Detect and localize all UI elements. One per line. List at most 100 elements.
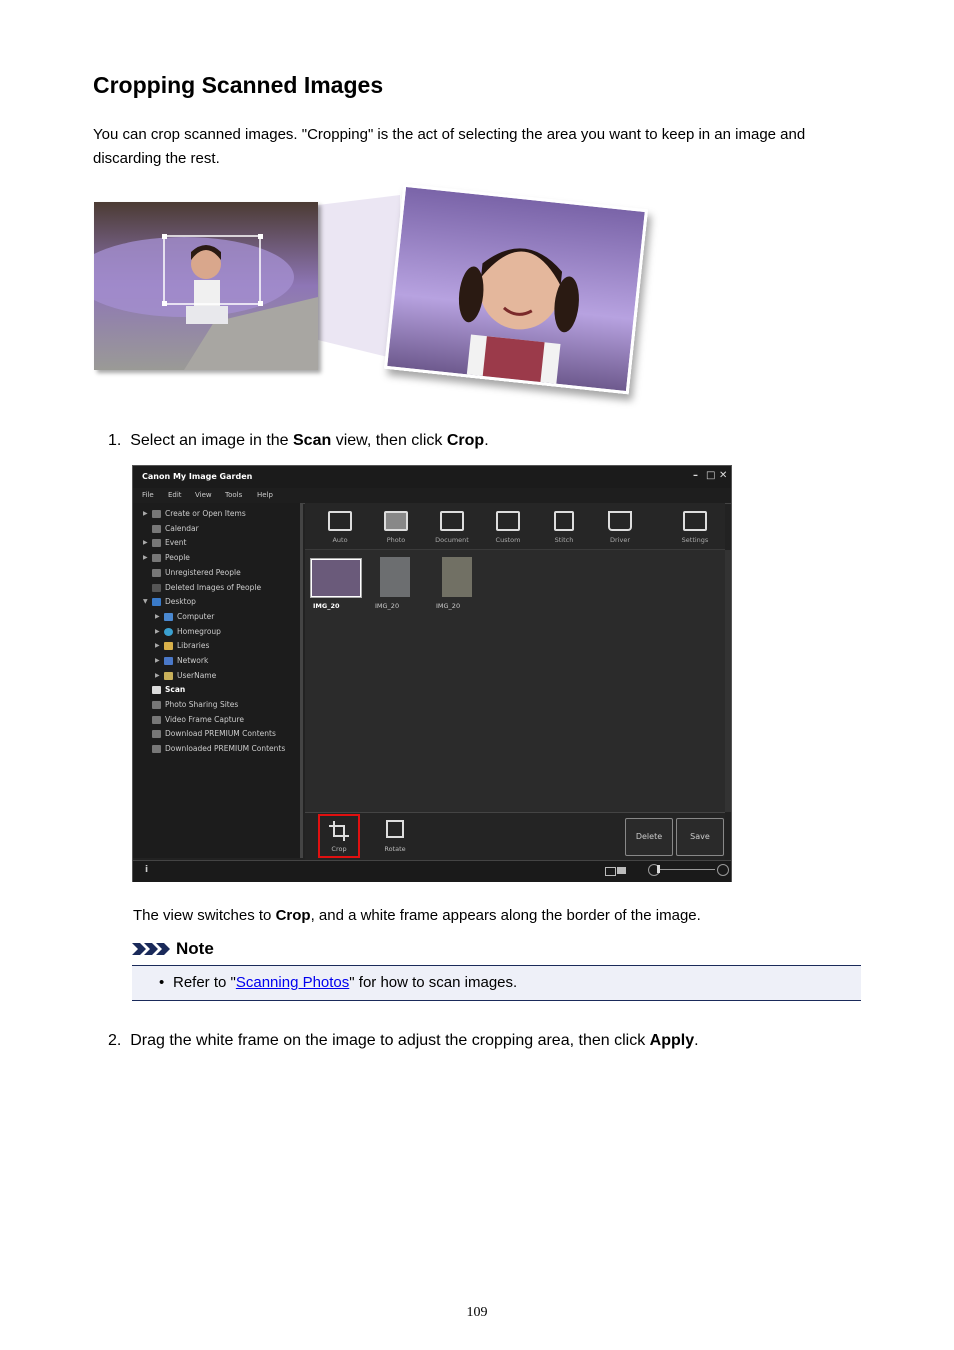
auto-icon [328,511,352,531]
rotate-icon [386,820,404,838]
original-photo [74,202,318,370]
page-title: Cropping Scanned Images [93,72,384,98]
app-window: Canon My Image Garden – □ ✕ File Edit Vi… [132,465,732,882]
menu-bar: File Edit View Tools Help [133,488,731,504]
auto-label: Auto [332,536,348,544]
step-2-text-post: . [694,1032,699,1049]
rotate-button[interactable]: Rotate [375,816,415,853]
nav-label: Deleted Images of People [165,583,262,592]
menu-file[interactable]: File [142,491,154,499]
step-1-result: The view switches to Crop, and a white f… [133,904,701,928]
nav-label: Create or Open Items [165,509,246,518]
custom-scan-button[interactable]: Custom [483,503,533,544]
homegroup-icon [164,628,173,636]
delete-button[interactable]: Delete [625,818,673,856]
crop-label: Crop [331,845,347,853]
zoom-slider-handle[interactable] [657,865,660,873]
status-bar: i [133,860,731,882]
menu-edit[interactable]: Edit [168,491,182,499]
photo-icon [384,511,408,531]
step-1-text-pre: Select an image in the [130,432,293,449]
zoom-slider[interactable] [660,869,715,870]
close-icon[interactable]: ✕ [719,470,727,481]
expand-arrow-icon[interactable]: ▶ [155,628,160,635]
expand-arrow-icon[interactable]: ▶ [143,510,148,517]
nav-label: Libraries [177,641,210,650]
scan-icon [152,686,161,694]
network-icon [164,657,173,665]
driver-icon [608,511,632,531]
thumbnail[interactable] [380,557,410,597]
nav-label: Download PREMIUM Contents [165,729,276,738]
nav-label: Desktop [165,597,196,606]
menu-tools[interactable]: Tools [225,491,242,499]
note-bullet: • [159,974,165,991]
driver-button[interactable]: Driver [595,503,645,544]
driver-label: Driver [609,536,630,544]
video-frame-icon [152,716,161,724]
result-text-pre: The view switches to [133,907,276,924]
stitch-icon [554,511,574,531]
settings-label: Settings [681,536,709,544]
event-icon [152,539,161,547]
list-view-icon[interactable] [605,867,616,876]
auto-scan-button[interactable]: Auto [315,503,365,544]
step-1-number: 1. [108,432,122,449]
items-icon [152,510,161,518]
computer-icon [164,613,173,621]
nav-label: Network [177,656,209,665]
save-button[interactable]: Save [676,818,724,856]
document-scan-button[interactable]: Document [427,503,477,544]
settings-button[interactable]: Settings [670,503,720,544]
settings-icon [683,511,707,531]
step-1: 1. Select an image in the Scan view, the… [108,429,489,453]
nav-label: Unregistered People [165,568,241,577]
original-photo-image [74,202,318,370]
app-title: Canon My Image Garden [142,472,253,481]
minimize-icon[interactable]: – [693,470,698,481]
intro-line-2: discarding the rest. [93,150,220,167]
info-icon[interactable]: i [145,865,148,875]
document-label: Document [435,536,469,544]
note-text-post: " for how to scan images. [349,974,518,991]
crop-button[interactable]: Crop [318,814,360,858]
note-title: Note [176,939,214,958]
rotate-label: Rotate [384,845,406,853]
download-icon [152,730,161,738]
user-folder-icon [164,672,173,680]
photo-sharing-icon [152,701,161,709]
expand-arrow-icon[interactable]: ▶ [155,613,160,620]
expand-arrow-icon[interactable]: ▶ [155,672,160,679]
thumbnail[interactable] [442,557,472,597]
nav-label: Video Frame Capture [165,715,244,724]
document-icon [440,511,464,531]
thumbnail-label: IMG_20 [436,602,461,610]
step-1-text-post: . [484,432,489,449]
step-2: 2. Drag the white frame on the image to … [108,1029,699,1053]
thumbnail-area: IMG_20 IMG_20 IMG_20 [305,550,725,812]
expand-arrow-icon[interactable]: ▶ [143,539,148,546]
custom-label: Custom [495,536,521,544]
desktop-icon [152,598,161,606]
expand-arrow-icon[interactable]: ▶ [155,657,160,664]
collapse-arrow-icon[interactable]: ▼ [143,598,148,605]
thumbnail-label: IMG_20 [375,602,400,610]
zoom-in-icon[interactable] [717,864,729,876]
stitch-label: Stitch [554,536,574,544]
photo-scan-button[interactable]: Photo [371,503,421,544]
scan-toolbar: Auto Photo Document Custom Stitch Driver… [305,503,725,550]
stitch-button[interactable]: Stitch [539,503,589,544]
menu-help[interactable]: Help [257,491,273,499]
scanning-photos-link[interactable]: Scanning Photos [236,974,349,991]
nav-label: Calendar [165,524,199,533]
nav-label: Downloaded PREMIUM Contents [165,744,286,753]
expand-arrow-icon[interactable]: ▶ [143,554,148,561]
scrollbar[interactable] [725,550,731,812]
thumbnail-view-icon[interactable] [617,867,626,874]
sidebar: ▶ Create or Open Items Calendar ▶ Event ▶ P… [133,503,303,858]
maximize-icon[interactable]: □ [706,470,715,481]
step-1-scan-bold: Scan [293,432,332,449]
menu-view[interactable]: View [195,491,212,499]
thumbnail-selected[interactable] [311,559,361,597]
expand-arrow-icon[interactable]: ▶ [155,642,160,649]
